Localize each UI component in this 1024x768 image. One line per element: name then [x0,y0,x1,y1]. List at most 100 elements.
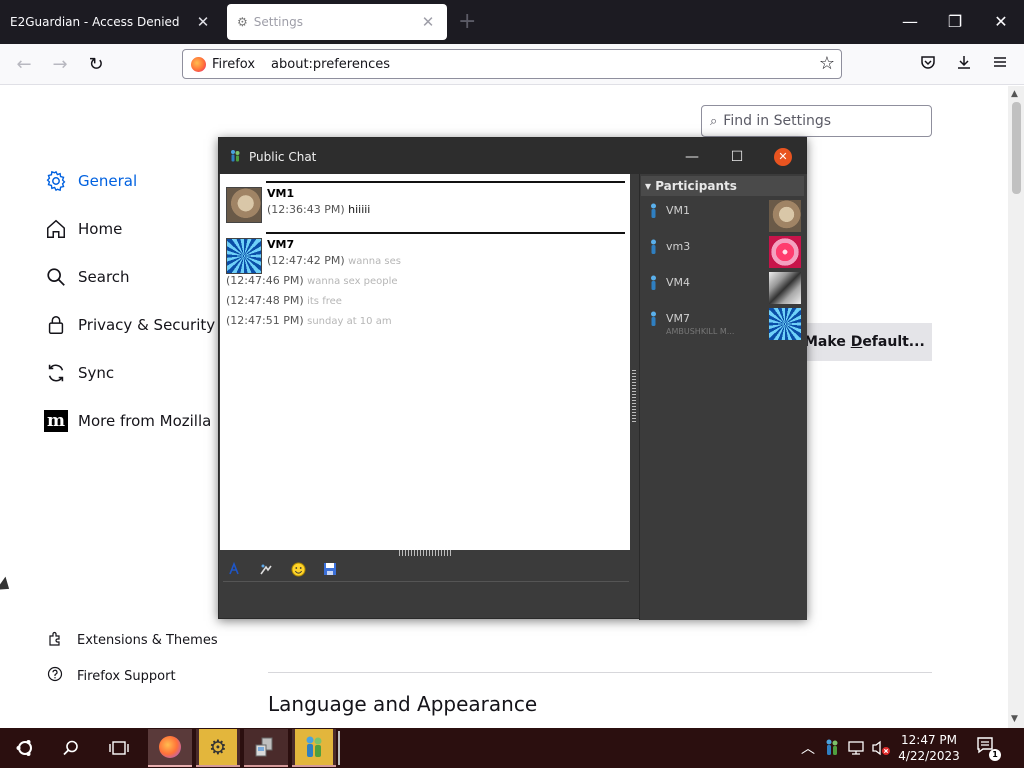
system-clock[interactable]: 12:47 PM 4/22/2023 [896,732,962,764]
scroll-up-icon[interactable]: ▲ [1011,89,1018,99]
firefox-logo-icon [191,56,206,72]
tab-close-icon[interactable]: ✕ [419,13,437,31]
horizontal-splitter-handle[interactable] [399,550,453,556]
make-default-button[interactable]: Make Default... [790,323,932,361]
search-icon [44,265,68,289]
clock-time: 12:47 PM [901,733,957,747]
window-close-button[interactable]: ✕ [989,10,1013,34]
chevron-up-icon[interactable]: ︿ [798,728,818,768]
chat-input-field[interactable] [220,583,630,618]
chat-toolbar [225,558,339,580]
chat-titlebar[interactable]: Public Chat — ☐ ✕ [219,138,806,174]
category-label: Privacy & Security [78,316,216,334]
category-sync[interactable]: Sync [44,357,114,389]
message-text: its free [307,296,342,307]
participant-row[interactable]: VM4 [640,270,806,304]
tab-settings[interactable]: ⚙ Settings ✕ [227,4,447,40]
chat-window-title: Public Chat [249,150,317,164]
forward-button[interactable]: → [47,52,73,78]
puzzle-icon [46,630,64,650]
message-separator [266,181,625,183]
participant-row[interactable]: VM7 AMBUSHKILL M... [640,306,806,340]
firefox-support-link[interactable]: Firefox Support [46,666,176,686]
find-placeholder: Find in Settings [723,113,832,129]
url-bar[interactable]: Firefox about:preferences ☆ [182,49,842,79]
category-privacy-security[interactable]: Privacy & Security [44,309,215,341]
category-label: More from Mozilla [78,412,212,430]
pocket-icon[interactable] [915,52,941,78]
scroll-down-icon[interactable]: ▼ [1011,714,1018,724]
task-view-icon[interactable] [100,728,138,768]
find-in-settings-input[interactable]: ⌕ Find in Settings [701,105,932,137]
smiley-icon[interactable] [289,560,307,578]
nav-bar: ← → ↻ Firefox about:preferences ☆ [0,44,1024,85]
message-line: (12:47:48 PM) its free [226,294,342,307]
chat-app-icon [231,150,240,162]
search-icon: ⌕ [710,113,718,129]
category-home[interactable]: Home [44,213,122,245]
participants-header[interactable]: ▾ Participants [641,176,804,196]
make-default-accesskey: D [850,334,863,350]
identity-label: Firefox [212,56,256,72]
muted-speaker-icon[interactable] [870,728,892,768]
chat-people-icon [295,729,333,765]
page-scrollbar[interactable]: ▲ ▼ [1008,86,1024,728]
network-app-icon[interactable] [244,729,288,767]
participant-row[interactable]: VM1 [640,198,806,232]
notification-center-icon[interactable]: 1 [976,736,1001,761]
participant-name: VM1 [666,204,691,217]
category-more-from-mozilla[interactable]: m More from Mozilla [44,405,211,437]
help-icon [46,666,64,686]
chat-app-icon[interactable] [292,729,336,767]
footer-link-label: Extensions & Themes [77,632,218,648]
message-line: (12:47:51 PM) sunday at 10 am [226,314,392,327]
participant-row[interactable]: vm3 [640,234,806,268]
chat-minimize-button[interactable]: — [682,148,702,166]
hamburger-menu-icon[interactable] [987,52,1013,78]
notification-count-badge: 1 [989,749,1001,761]
category-search[interactable]: Search [44,261,130,293]
font-icon[interactable] [225,560,243,578]
window-restore-button[interactable]: ❐ [943,10,967,34]
make-default-label-pre: Make [804,334,851,350]
user-icon [651,239,656,254]
firefox-icon[interactable] [148,729,192,767]
tab-close-icon[interactable]: ✕ [194,13,212,31]
chat-message-area[interactable]: VM1 (12:36:43 PM) hiiiii VM7 (12:47:42 P… [220,174,630,550]
search-icon[interactable] [52,728,90,768]
cat-avatar [226,187,262,223]
network-icon[interactable] [846,728,866,768]
participants-panel: ▾ Participants VM1 vm3 VM4 VM7 AMBUSHKIL… [639,174,807,620]
vertical-splitter-handle[interactable] [632,370,636,422]
download-icon[interactable] [951,52,977,78]
message-text: wanna ses [348,256,401,267]
new-tab-button[interactable]: + [458,9,476,34]
chat-close-button[interactable]: ✕ [774,148,792,166]
settings-app-icon[interactable]: ⚙ [196,729,240,767]
url-text[interactable]: about:preferences [265,57,390,72]
message-text: sunday at 10 am [307,316,392,327]
back-button[interactable]: ← [11,52,37,78]
message-time: (12:47:51 PM) [226,314,304,327]
ubuntu-start-icon[interactable] [6,728,44,768]
reload-button[interactable]: ↻ [83,52,109,78]
category-general[interactable]: General [44,165,137,197]
cat-avatar [769,200,801,232]
category-label: Search [78,268,130,286]
star-avatar [769,236,801,268]
tab-e2guardian[interactable]: E2Guardian - Access Denied ✕ [0,4,222,40]
chat-tray-icon[interactable] [822,728,842,768]
window-minimize-button[interactable]: — [898,10,922,34]
tab-strip: E2Guardian - Access Denied ✕ ⚙ Settings … [0,0,1024,44]
metal-avatar [769,272,801,304]
bookmark-star-icon[interactable]: ☆ [819,53,835,74]
save-icon[interactable] [321,560,339,578]
make-default-label-post: efault... [862,334,925,350]
chat-maximize-button[interactable]: ☐ [727,148,747,166]
extensions-themes-link[interactable]: Extensions & Themes [46,630,218,650]
identity-box[interactable]: Firefox [183,53,265,75]
pinwheel-avatar [769,308,801,340]
attach-icon[interactable] [257,560,275,578]
scroll-thumb[interactable] [1012,102,1021,194]
message-time: (12:47:42 PM) [267,254,345,267]
